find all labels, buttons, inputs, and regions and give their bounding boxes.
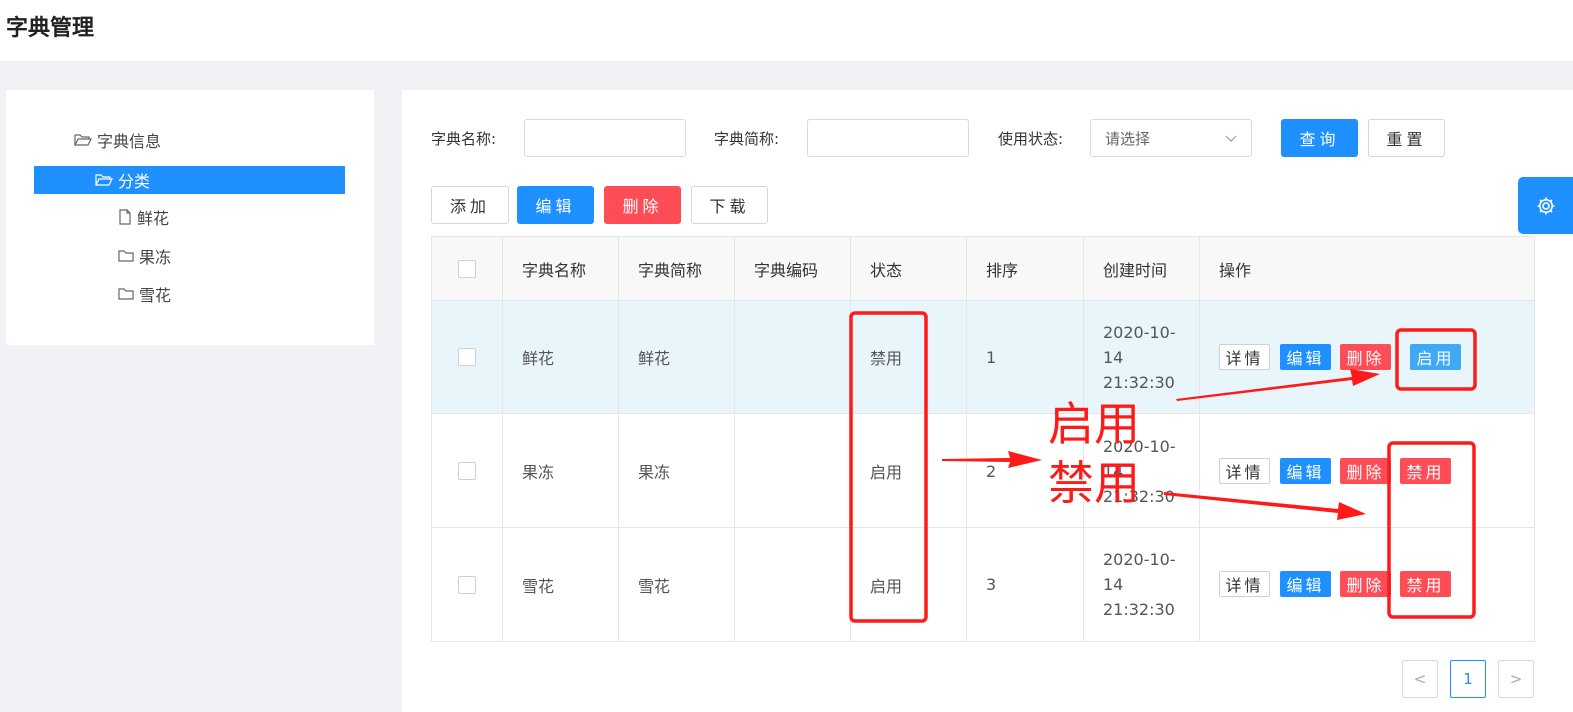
folder-open-icon bbox=[74, 134, 92, 146]
tree-item-label: 果冻 bbox=[139, 248, 172, 267]
next-page-button[interactable]: > bbox=[1498, 660, 1534, 698]
prev-page-button[interactable]: < bbox=[1402, 660, 1438, 698]
row-disable-button[interactable]: 禁用 bbox=[1400, 571, 1451, 597]
cell-actions: 详情 编辑 删除 启用 bbox=[1200, 301, 1534, 413]
row-disable-button[interactable]: 禁用 bbox=[1400, 458, 1451, 484]
header-checkbox-cell bbox=[432, 237, 503, 300]
cell-abbr: 鲜花 bbox=[619, 301, 735, 413]
row-checkbox-cell bbox=[432, 528, 503, 641]
tree-item-jelly[interactable]: 果冻 bbox=[118, 242, 171, 270]
row-checkbox[interactable] bbox=[458, 575, 476, 594]
row-edit-button[interactable]: 编辑 bbox=[1280, 344, 1331, 370]
dict-abbr-input[interactable] bbox=[807, 119, 969, 157]
row-checkbox[interactable] bbox=[458, 348, 476, 366]
tree-item-category[interactable]: 分类 bbox=[34, 166, 345, 194]
tree-item-flower[interactable]: 鲜花 bbox=[118, 203, 169, 231]
row-edit-button[interactable]: 编辑 bbox=[1280, 458, 1331, 484]
table-header: 字典名称 字典简称 字典编码 状态 排序 创建时间 操作 bbox=[432, 237, 1534, 301]
header-status: 状态 bbox=[851, 237, 967, 300]
time-day: 14 bbox=[1103, 347, 1124, 367]
row-checkbox-cell bbox=[432, 415, 503, 527]
folder-open-icon bbox=[95, 174, 113, 186]
select-all-checkbox[interactable] bbox=[458, 259, 476, 278]
dictionary-tree: 字典信息 分类 鲜花 果冻 雪花 bbox=[6, 90, 374, 345]
table-row: 果冻 果冻 启用 2 2020-10- 14 21:32:30 详情 编辑 删除 禁… bbox=[432, 415, 1534, 528]
cell-name: 果冻 bbox=[503, 415, 619, 527]
settings-tab[interactable] bbox=[1518, 177, 1573, 234]
gear-icon bbox=[1537, 197, 1554, 214]
header-order: 排序 bbox=[967, 237, 1084, 300]
time-date: 2020-10- bbox=[1103, 322, 1176, 342]
delete-button[interactable]: 删除 bbox=[604, 186, 681, 224]
cell-code bbox=[735, 301, 851, 413]
table-row: 雪花 雪花 启用 3 2020-10- 14 21:32:30 详情 编辑 删除 禁… bbox=[432, 528, 1534, 641]
cell-order: 3 bbox=[967, 528, 1084, 641]
detail-button[interactable]: 详情 bbox=[1219, 458, 1270, 484]
cell-actions: 详情 编辑 删除 禁用 bbox=[1200, 528, 1534, 641]
page-header: 字典管理 bbox=[0, 0, 1573, 61]
cell-code bbox=[735, 415, 851, 527]
time-day: 14 bbox=[1103, 575, 1124, 594]
tree-item-label: 雪花 bbox=[139, 286, 172, 305]
download-button[interactable]: 下载 bbox=[691, 186, 768, 224]
cell-name: 鲜花 bbox=[503, 301, 619, 413]
row-delete-button[interactable]: 删除 bbox=[1340, 571, 1391, 597]
status-label: 使用状态: bbox=[998, 130, 1064, 148]
tree-item-snow[interactable]: 雪花 bbox=[118, 280, 171, 308]
row-edit-button[interactable]: 编辑 bbox=[1280, 571, 1331, 597]
tree-item-label: 鲜花 bbox=[137, 209, 170, 228]
annotation-enable-text: 启用 bbox=[1048, 397, 1140, 451]
cell-name: 雪花 bbox=[503, 528, 619, 641]
row-delete-button[interactable]: 删除 bbox=[1340, 344, 1391, 370]
header-name: 字典名称 bbox=[503, 237, 619, 300]
cell-status: 启用 bbox=[851, 528, 967, 641]
edit-button[interactable]: 编辑 bbox=[517, 186, 594, 224]
annotation-disable-text: 禁用 bbox=[1048, 456, 1140, 510]
cell-abbr: 果冻 bbox=[619, 415, 735, 527]
page-1-button[interactable]: 1 bbox=[1450, 660, 1486, 698]
header-created: 创建时间 bbox=[1084, 237, 1200, 300]
main-panel: 字典名称: 字典简称: 使用状态: 请选择 查询 重置 添加 编辑 删除 下载 … bbox=[402, 90, 1573, 712]
status-select[interactable]: 请选择 bbox=[1090, 119, 1252, 157]
reset-button[interactable]: 重置 bbox=[1368, 119, 1445, 157]
file-icon bbox=[119, 209, 131, 225]
status-select-placeholder: 请选择 bbox=[1105, 129, 1151, 148]
header-actions: 操作 bbox=[1219, 260, 1252, 280]
cell-status: 禁用 bbox=[851, 301, 967, 413]
row-enable-button[interactable]: 启用 bbox=[1410, 344, 1461, 370]
row-delete-button[interactable]: 删除 bbox=[1340, 458, 1391, 484]
cell-abbr: 雪花 bbox=[619, 528, 735, 641]
chevron-down-icon bbox=[1225, 135, 1237, 142]
dictionary-table: 字典名称 字典简称 字典编码 状态 排序 创建时间 操作 鲜花 鲜花 禁用 1 … bbox=[431, 236, 1535, 642]
table-row: 鲜花 鲜花 禁用 1 2020-10- 14 21:32:30 详情 编辑 删除 启… bbox=[432, 301, 1534, 414]
dict-name-label: 字典名称: bbox=[431, 130, 497, 148]
folder-icon bbox=[118, 288, 134, 300]
add-button[interactable]: 添加 bbox=[431, 186, 509, 224]
detail-button[interactable]: 详情 bbox=[1219, 344, 1270, 370]
header-code: 字典编码 bbox=[735, 237, 851, 300]
header-abbr: 字典简称 bbox=[619, 237, 735, 300]
cell-created: 2020-10- 14 21:32:30 bbox=[1084, 528, 1200, 641]
query-button[interactable]: 查询 bbox=[1281, 119, 1358, 157]
page-title: 字典管理 bbox=[6, 16, 95, 41]
time-clock: 21:32:30 bbox=[1103, 600, 1175, 619]
dict-abbr-label: 字典简称: bbox=[714, 130, 780, 148]
tree-item-label: 分类 bbox=[118, 172, 151, 191]
row-checkbox[interactable] bbox=[458, 462, 476, 480]
cell-status: 启用 bbox=[851, 415, 967, 527]
detail-button[interactable]: 详情 bbox=[1219, 571, 1270, 597]
time-clock: 21:32:30 bbox=[1103, 372, 1175, 392]
time-date: 2020-10- bbox=[1103, 550, 1176, 569]
folder-icon bbox=[118, 250, 134, 262]
dict-name-input[interactable] bbox=[524, 119, 686, 157]
cell-actions: 详情 编辑 删除 禁用 bbox=[1200, 415, 1534, 527]
tree-item-root[interactable]: 字典信息 bbox=[74, 126, 161, 154]
row-checkbox-cell bbox=[432, 301, 503, 413]
cell-code bbox=[735, 528, 851, 641]
tree-item-label: 字典信息 bbox=[97, 132, 162, 151]
